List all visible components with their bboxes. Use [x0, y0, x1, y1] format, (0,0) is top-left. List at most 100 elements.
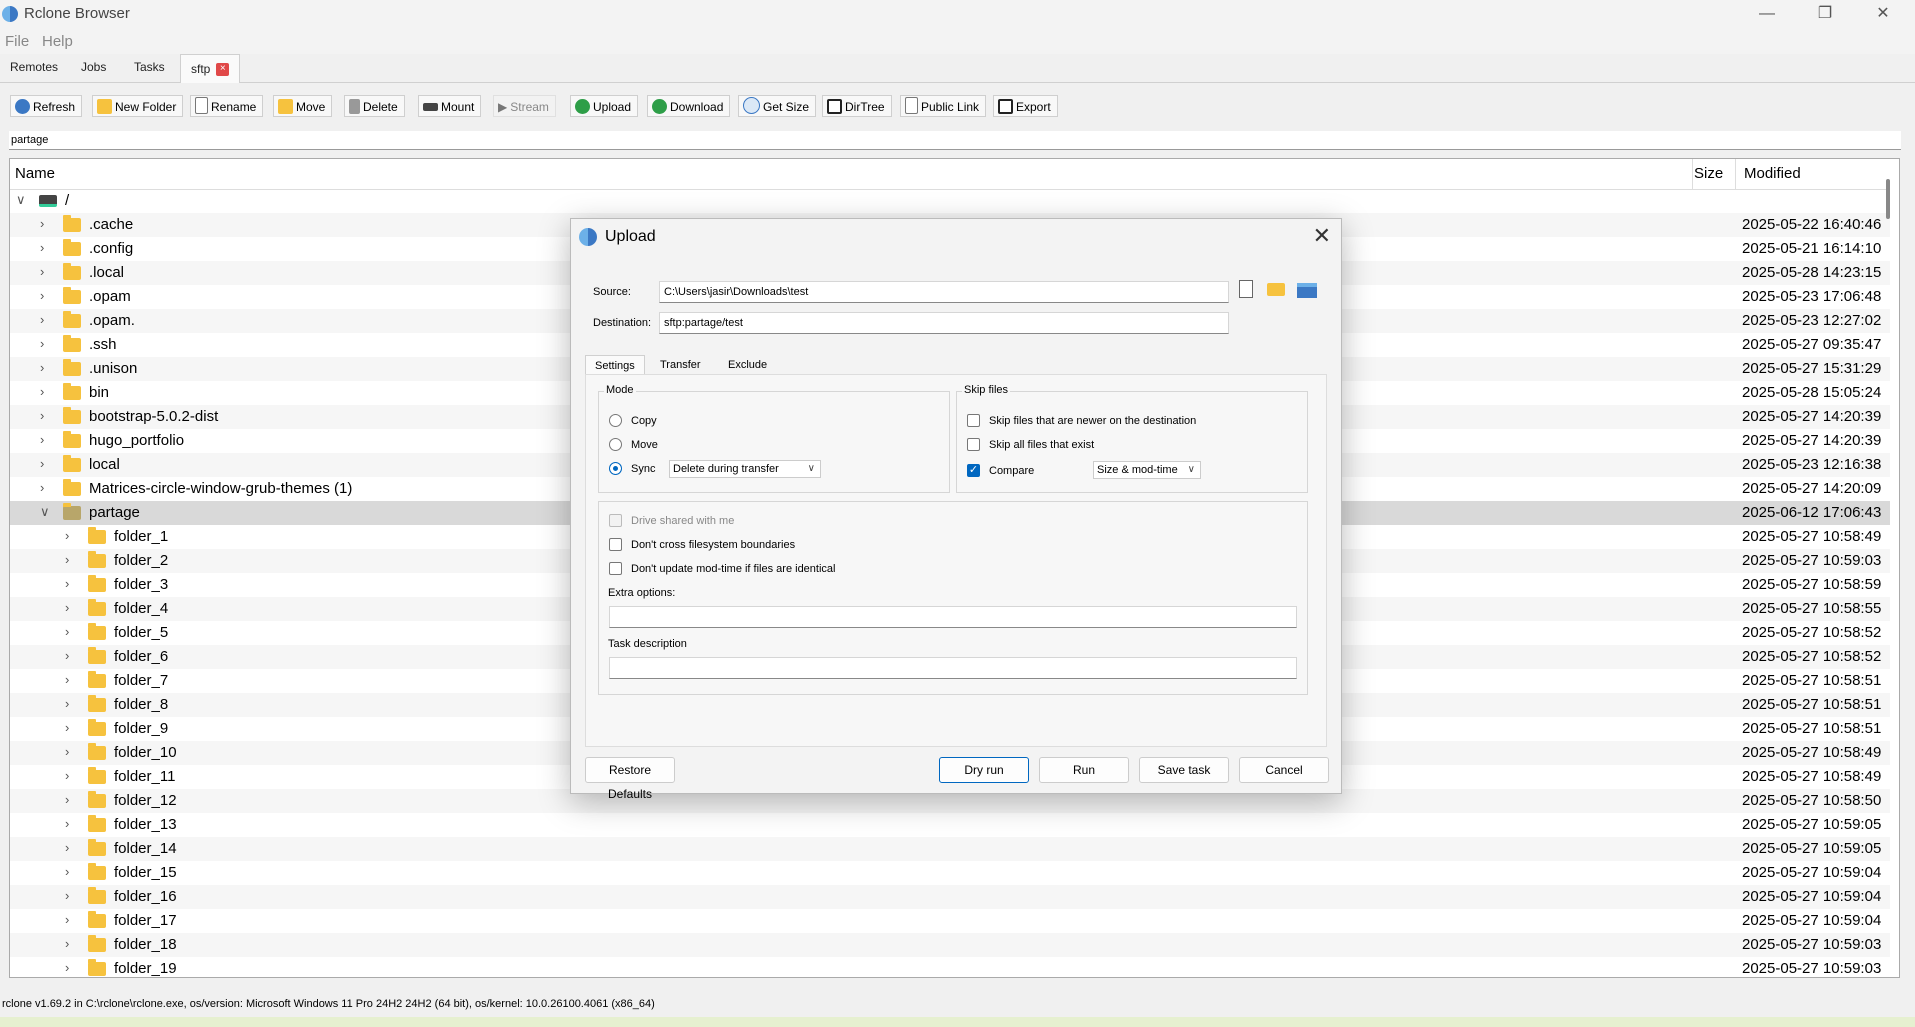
dont-cross-checkbox[interactable]	[609, 538, 622, 551]
folder-icon[interactable]	[1267, 283, 1285, 296]
skip-existing-checkbox[interactable]	[967, 438, 980, 451]
chevron-right-icon[interactable]: ›	[65, 840, 77, 855]
close-tab-icon[interactable]: ×	[216, 63, 230, 77]
menu-file[interactable]: File	[5, 33, 29, 50]
chevron-right-icon[interactable]: ›	[40, 456, 52, 471]
file-icon[interactable]	[1239, 280, 1253, 298]
upload-button[interactable]: Upload	[570, 95, 639, 117]
skip-newer-checkbox[interactable]	[967, 414, 980, 427]
chevron-right-icon[interactable]: ›	[65, 888, 77, 903]
rename-button[interactable]: Rename	[190, 95, 264, 117]
radio-move[interactable]	[609, 438, 622, 451]
chevron-right-icon[interactable]: ›	[65, 600, 77, 615]
chevron-right-icon[interactable]: ›	[65, 648, 77, 663]
download-button[interactable]: Download	[647, 95, 731, 117]
chevron-right-icon[interactable]: ›	[40, 216, 52, 231]
chevron-down-icon[interactable]: ∨	[16, 192, 28, 208]
dirtree-button[interactable]: DirTree	[822, 95, 892, 117]
tree-row[interactable]: › folder_14 2025-05-27 10:59:05	[10, 837, 1890, 861]
tab-jobs[interactable]: Jobs	[81, 60, 106, 74]
chevron-right-icon[interactable]: ›	[65, 816, 77, 831]
tab-tasks[interactable]: Tasks	[134, 60, 165, 74]
chevron-right-icon[interactable]: ›	[65, 960, 77, 975]
row-modified: 2025-05-27 10:59:04	[1742, 912, 1882, 929]
dont-update-checkbox[interactable]	[609, 562, 622, 575]
chevron-right-icon[interactable]: ›	[40, 336, 52, 351]
new-folder-button[interactable]: New Folder	[92, 95, 184, 117]
task-description-input[interactable]	[609, 657, 1297, 679]
minimize-icon[interactable]: —	[1738, 0, 1796, 28]
public-link-button[interactable]: Public Link	[900, 95, 987, 117]
radio-sync[interactable]	[609, 462, 622, 475]
chevron-right-icon[interactable]: ›	[65, 576, 77, 591]
tree-row[interactable]: › folder_19 2025-05-27 10:59:03	[10, 957, 1890, 977]
tab-sftp[interactable]: sftp ×	[180, 54, 241, 83]
run-button[interactable]: Run	[1039, 757, 1129, 783]
chevron-right-icon[interactable]: ›	[40, 264, 52, 279]
chevron-right-icon[interactable]: ›	[65, 552, 77, 567]
row-name: .local	[89, 264, 125, 281]
destination-field[interactable]: sftp:partage/test	[659, 312, 1229, 334]
chevron-right-icon[interactable]: ›	[40, 408, 52, 423]
chevron-down-icon[interactable]: ∨	[40, 504, 52, 520]
extra-options-input[interactable]	[609, 606, 1297, 628]
restore-defaults-button[interactable]: Restore Defaults	[585, 757, 675, 801]
sync-mode-select[interactable]: Delete during transfer ∨	[669, 460, 821, 478]
radio-copy[interactable]	[609, 414, 622, 427]
tree-row[interactable]: › folder_17 2025-05-27 10:59:04	[10, 909, 1890, 933]
dialog-tab-settings[interactable]: Settings	[585, 355, 645, 376]
chevron-right-icon[interactable]: ›	[65, 864, 77, 879]
chevron-right-icon[interactable]: ›	[40, 240, 52, 255]
scrollbar-thumb[interactable]	[1886, 179, 1890, 219]
tree-row-root[interactable]: ∨ /	[10, 189, 1890, 213]
chevron-right-icon[interactable]: ›	[65, 792, 77, 807]
chevron-right-icon[interactable]: ›	[40, 480, 52, 495]
stream-button[interactable]: ▶ Stream	[493, 95, 556, 117]
chevron-right-icon[interactable]: ›	[65, 624, 77, 639]
get-size-button[interactable]: Get Size	[738, 95, 817, 117]
compare-checkbox[interactable]: ✓	[967, 464, 980, 477]
save-task-button[interactable]: Save task	[1139, 757, 1229, 783]
drive-shared-checkbox[interactable]	[609, 514, 622, 527]
column-name[interactable]: Name	[15, 165, 55, 182]
chevron-right-icon[interactable]: ›	[40, 360, 52, 375]
compare-select[interactable]: Size & mod-time ∨	[1093, 461, 1201, 479]
chevron-right-icon[interactable]: ›	[65, 672, 77, 687]
tree-row[interactable]: › folder_16 2025-05-27 10:59:04	[10, 885, 1890, 909]
chevron-right-icon[interactable]: ›	[65, 696, 77, 711]
dialog-tab-transfer[interactable]: Transfer	[651, 355, 710, 375]
tree-row[interactable]: › folder_18 2025-05-27 10:59:03	[10, 933, 1890, 957]
export-button[interactable]: Export	[993, 95, 1058, 117]
chevron-right-icon[interactable]: ›	[65, 936, 77, 951]
chevron-right-icon[interactable]: ›	[65, 768, 77, 783]
row-name: .unison	[89, 360, 138, 377]
restore-icon[interactable]: ❐	[1796, 0, 1854, 28]
move-button[interactable]: Move	[273, 95, 333, 117]
remote-folder-icon[interactable]	[1297, 283, 1317, 298]
close-dialog-icon[interactable]: ✕	[1313, 223, 1331, 249]
close-window-icon[interactable]: ✕	[1854, 0, 1912, 28]
tree-row[interactable]: › folder_13 2025-05-27 10:59:05	[10, 813, 1890, 837]
chevron-right-icon[interactable]: ›	[65, 720, 77, 735]
chevron-right-icon[interactable]: ›	[65, 912, 77, 927]
column-modified[interactable]: Modified	[1744, 165, 1801, 182]
refresh-button[interactable]: Refresh	[10, 95, 83, 117]
chevron-right-icon[interactable]: ›	[40, 384, 52, 399]
chevron-right-icon[interactable]: ›	[40, 312, 52, 327]
tab-remotes[interactable]: Remotes	[10, 60, 58, 74]
menu-help[interactable]: Help	[42, 33, 73, 50]
mount-button[interactable]: Mount	[418, 95, 482, 117]
source-field[interactable]: C:\Users\jasir\Downloads\test	[659, 281, 1229, 303]
chevron-right-icon[interactable]: ›	[65, 528, 77, 543]
chevron-right-icon[interactable]: ›	[65, 744, 77, 759]
info-icon	[743, 97, 760, 114]
cancel-button[interactable]: Cancel	[1239, 757, 1329, 783]
delete-button[interactable]: Delete	[344, 95, 405, 117]
path-input[interactable]: partage	[9, 131, 1901, 150]
tree-row[interactable]: › folder_15 2025-05-27 10:59:04	[10, 861, 1890, 885]
dialog-tab-exclude[interactable]: Exclude	[719, 355, 776, 375]
column-size[interactable]: Size	[1694, 165, 1723, 182]
chevron-right-icon[interactable]: ›	[40, 432, 52, 447]
chevron-right-icon[interactable]: ›	[40, 288, 52, 303]
dry-run-button[interactable]: Dry run	[939, 757, 1029, 783]
